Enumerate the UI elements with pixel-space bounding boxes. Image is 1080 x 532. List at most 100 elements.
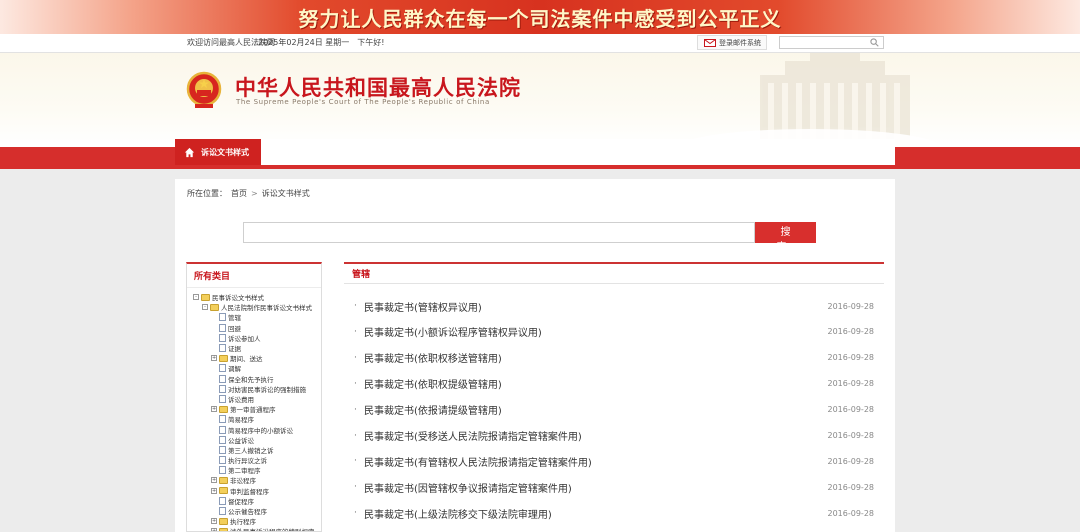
list-item[interactable]: · 民事裁定书(依报请提级管辖用) 2016-09-28 [344, 402, 884, 418]
tree-node[interactable]: 回避 [187, 323, 321, 333]
list-item[interactable]: · 民事裁定书(有管辖权人民法院报请指定管辖案件用) 2016-09-28 [344, 453, 884, 469]
expand-icon[interactable]: + [211, 528, 217, 531]
tree-node-label: 简易程序中的小额诉讼 [228, 426, 293, 435]
main-search-input[interactable] [243, 222, 755, 243]
document-date: 2016-09-28 [827, 327, 875, 337]
tree-node-label: 民事诉讼文书样式 [212, 294, 264, 303]
tree-node[interactable]: + 审判监督程序 [187, 486, 321, 496]
date-text: 2025年02月24日 星期一 下午好! [258, 38, 385, 47]
bullet-icon: · [354, 508, 357, 519]
folder-icon [201, 293, 210, 301]
category-sidebar: 所有类目 - 民事诉讼文书样式 - 人民法院制作民事诉讼文书样式 管辖 回避 诉讼参加人 证据… [186, 262, 322, 532]
court-name-english: The Supreme People's Court of The People… [236, 98, 490, 106]
tree-node[interactable]: 管辖 [187, 312, 321, 322]
tree-node-label: 公示催告程序 [228, 508, 267, 517]
document-icon [219, 507, 226, 516]
document-icon [219, 496, 226, 505]
search-icon[interactable] [870, 38, 879, 47]
expand-icon[interactable]: + [211, 406, 217, 413]
tree-node[interactable]: - 人民法院制作民事诉讼文书样式 [187, 302, 321, 312]
document-icon [219, 364, 226, 373]
site-header: 中华人民共和国最高人民法院 The Supreme People's Court… [0, 53, 1080, 147]
collapse-icon[interactable]: - [202, 304, 208, 311]
home-icon [184, 147, 195, 157]
search-button[interactable]: 搜 索 [755, 222, 816, 253]
list-item[interactable]: · 民事裁定书(依职权移送管辖用) 2016-09-28 [344, 350, 884, 366]
tree-node[interactable]: 简易程序中的小额诉讼 [187, 424, 321, 435]
tree-node[interactable]: 诉讼费用 [187, 394, 321, 404]
top-search-box [779, 36, 884, 56]
document-list-panel: 管辖 · 民事裁定书(管辖权异议用) 2016-09-28 · 民事裁定书(小额诉讼程序… [344, 262, 884, 532]
list-item[interactable]: · 民事裁定书(管辖权异议用) 2016-09-28 [344, 298, 884, 314]
tree-node[interactable]: + 执行程序 [187, 516, 321, 526]
tree-node[interactable]: 第二审程序 [187, 465, 321, 475]
document-icon [219, 313, 226, 322]
document-title-link[interactable]: 民事裁定书(依报请提级管辖用) [364, 402, 502, 417]
tree-node[interactable]: 保全和先予执行 [187, 374, 321, 384]
section-header: 管辖 [344, 262, 884, 284]
tree-node-label: 对妨害民事诉讼的强制措施 [228, 385, 306, 394]
list-item[interactable]: · 民事裁定书(因管辖权争议报请指定管辖案件用) 2016-09-28 [344, 479, 884, 495]
tree-node[interactable]: + 涉外民事诉讼程序的特别规定 [187, 526, 321, 531]
list-item[interactable]: · 民事裁定书(上级法院移交下级法院审理用) 2016-09-28 [344, 505, 884, 521]
document-title-link[interactable]: 民事裁定书(有管辖权人民法院报请指定管辖案件用) [364, 454, 592, 469]
document-date: 2016-09-28 [827, 482, 875, 492]
list-item[interactable]: · 民事裁定书(小额诉讼程序管辖权异议用) 2016-09-28 [344, 324, 884, 340]
breadcrumb: 所在位置： 首页 > 诉讼文书样式 [187, 188, 310, 199]
document-title-link[interactable]: 民事裁定书(因管辖权争议报请指定管辖案件用) [364, 480, 572, 495]
document-icon [219, 374, 226, 383]
tree-node[interactable]: 证据 [187, 343, 321, 353]
document-icon [219, 425, 226, 434]
breadcrumb-home-link[interactable]: 首页 [231, 188, 247, 199]
tree-node-label: 督促程序 [228, 497, 254, 506]
tree-node[interactable]: 简易程序 [187, 414, 321, 424]
tree-node[interactable]: + 期间、送达 [187, 353, 321, 363]
expand-icon[interactable]: + [211, 477, 217, 484]
expand-icon[interactable]: + [211, 355, 217, 362]
document-date: 2016-09-28 [827, 431, 875, 440]
folder-icon [219, 517, 228, 525]
document-date: 2016-09-28 [827, 353, 875, 363]
tree-node[interactable]: + 非讼程序 [187, 475, 321, 485]
document-title-link[interactable]: 民事裁定书(上级法院移交下级法院审理用) [364, 506, 552, 521]
collapse-icon[interactable]: - [193, 294, 199, 301]
document-title-link[interactable]: 民事裁定书(管辖权异议用) [364, 299, 482, 314]
tree-node[interactable]: 对妨害民事诉讼的强制措施 [187, 384, 321, 394]
folder-icon [219, 354, 228, 362]
bullet-icon: · [354, 378, 357, 389]
document-icon [219, 394, 226, 403]
folder-icon [219, 527, 228, 531]
document-title-link[interactable]: 民事裁定书(受移送人民法院报请指定管辖案件用) [364, 428, 582, 443]
list-item[interactable]: · 民事裁定书(受移送人民法院报请指定管辖案件用) 2016-09-28 [344, 428, 884, 444]
tree-node[interactable]: 督促程序 [187, 496, 321, 506]
nav-tab-litigation-documents[interactable]: 诉讼文书样式 [175, 139, 261, 165]
tree-node[interactable]: 第三人撤销之诉 [187, 445, 321, 455]
list-item[interactable]: · 民事裁定书(依职权提级管辖用) 2016-09-28 [344, 376, 884, 392]
tree-node[interactable]: - 民事诉讼文书样式 [187, 292, 321, 302]
tree-node[interactable]: 调解 [187, 363, 321, 373]
document-date: 2016-09-28 [827, 508, 875, 518]
tree-node-label: 诉讼费用 [228, 395, 254, 404]
tree-node[interactable]: + 第一审普通程序 [187, 404, 321, 414]
tree-node-label: 审判监督程序 [230, 487, 269, 496]
document-icon [219, 323, 226, 332]
document-title-link[interactable]: 民事裁定书(小额诉讼程序管辖权异议用) [364, 324, 542, 339]
expand-icon[interactable]: + [211, 518, 217, 525]
document-date: 2016-09-28 [827, 301, 875, 311]
tree-node[interactable]: 公示催告程序 [187, 506, 321, 516]
document-icon [219, 333, 226, 342]
tree-node[interactable]: 诉讼参加人 [187, 333, 321, 343]
tree-node-label: 简易程序 [228, 416, 254, 425]
email-login-link[interactable]: 登录邮件系统 [697, 35, 767, 50]
national-emblem-icon [186, 71, 222, 108]
nav-bar [175, 139, 895, 165]
banner-slogan: 努力让人民群众在每一个司法案件中感受到公平正义 [298, 6, 782, 31]
tree-node[interactable]: 公益诉讼 [187, 435, 321, 445]
document-title-link[interactable]: 民事裁定书(依职权移送管辖用) [364, 350, 502, 365]
nav-tab-label: 诉讼文书样式 [201, 147, 249, 157]
folder-icon [210, 303, 219, 311]
tree-node[interactable]: 执行异议之诉 [187, 455, 321, 465]
expand-icon[interactable]: + [211, 487, 217, 494]
document-date: 2016-09-28 [827, 405, 875, 415]
document-title-link[interactable]: 民事裁定书(依职权提级管辖用) [364, 376, 502, 391]
